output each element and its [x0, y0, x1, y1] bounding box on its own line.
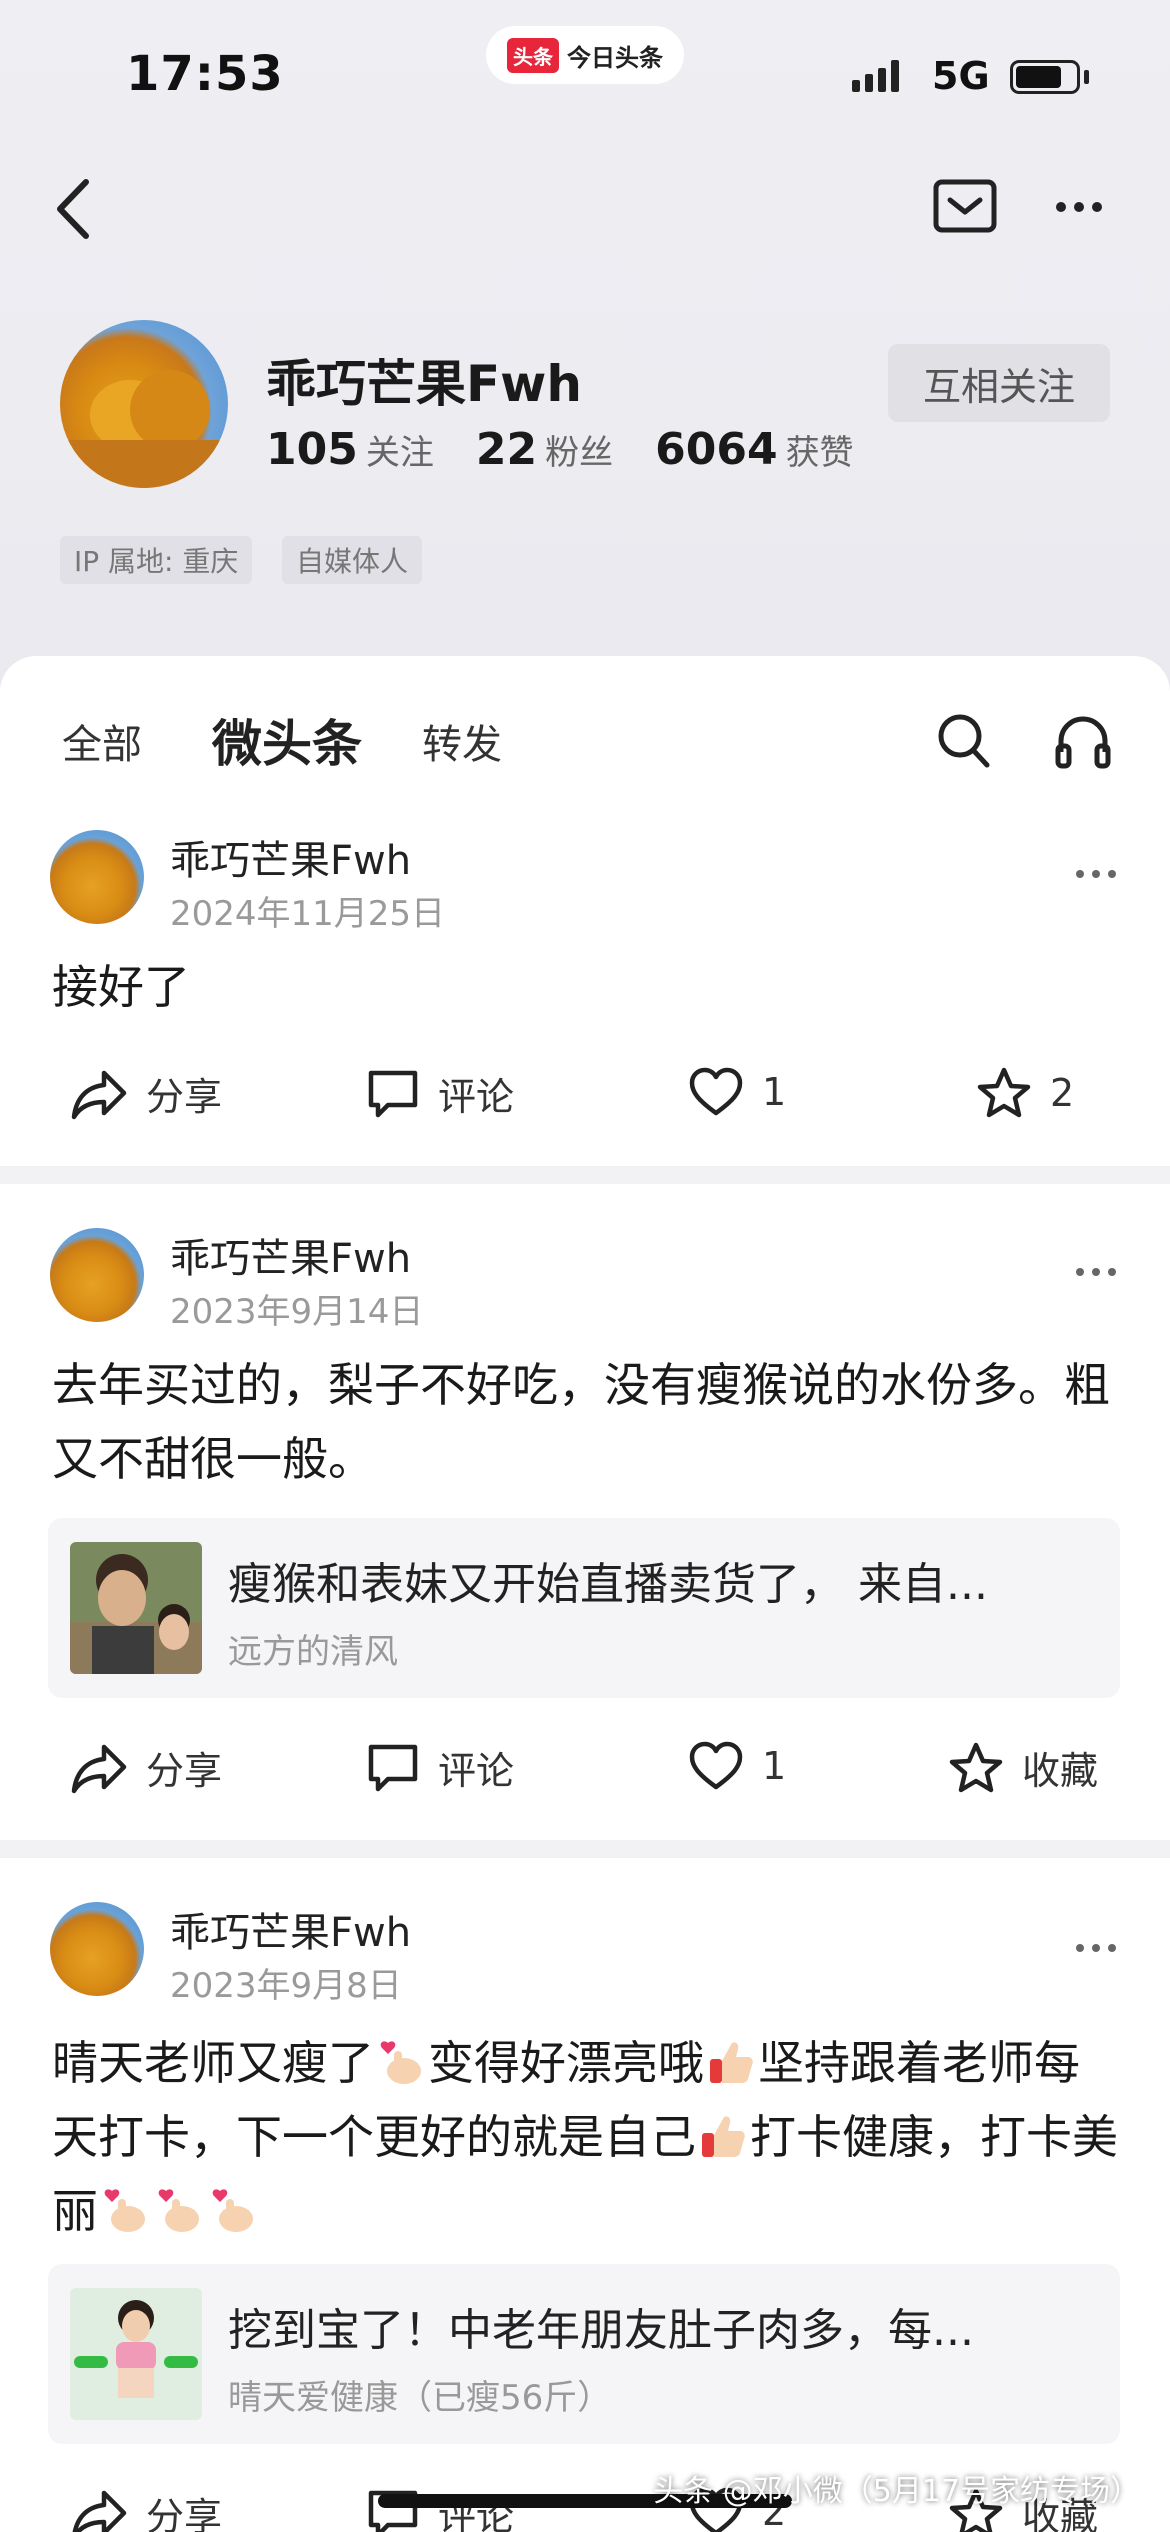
comment-label: 评论 — [438, 2495, 515, 2532]
share-label: 分享 — [146, 2495, 223, 2532]
finger-heart-icon — [158, 2189, 199, 2232]
post-text[interactable]: 去年买过的，梨子不好吃，没有瘦猴说的水份多。粗又不甜很一般。 — [52, 1348, 1118, 1496]
tab-micro-posts[interactable]: 微头条 — [212, 704, 362, 776]
post-text-part: 变得好漂亮哦 — [428, 2036, 704, 2090]
tab-bar: 全部 微头条 转发 — [0, 700, 1170, 800]
comment-button[interactable]: 评论 — [366, 1066, 514, 1121]
post-avatar[interactable] — [50, 1902, 144, 1996]
share-label: 分享 — [146, 1749, 223, 1793]
post-more-icon[interactable] — [1076, 870, 1116, 878]
back-arrow-icon[interactable] — [48, 174, 98, 244]
thumbs-up-icon — [702, 2116, 745, 2157]
followers-count[interactable]: 22 — [476, 424, 537, 475]
app-name: 今日头条 — [567, 43, 663, 72]
app-badge: 头条 — [507, 37, 559, 73]
comment-label: 评论 — [438, 1749, 515, 1793]
share-button[interactable]: 分享 — [70, 1740, 222, 1795]
finger-heart-icon — [104, 2189, 145, 2232]
post-text-part: 晴天老师又瘦了 — [52, 2036, 374, 2090]
favorite-button[interactable]: 2 — [976, 1066, 1074, 1120]
favorite-count: 2 — [1050, 1071, 1075, 1115]
battery-icon — [1010, 60, 1080, 94]
like-button[interactable]: 1 — [688, 1066, 786, 1118]
share-icon — [71, 1070, 127, 1119]
mail-icon[interactable] — [932, 178, 998, 234]
comment-icon — [368, 1744, 418, 1791]
comment-icon — [368, 1070, 418, 1117]
favorite-button[interactable]: 收藏 — [948, 1740, 1098, 1795]
post-more-icon[interactable] — [1076, 1944, 1116, 1952]
tab-reposts[interactable]: 转发 — [422, 712, 502, 770]
post-date: 2023年9月14日 — [170, 1292, 424, 1332]
comment-label: 评论 — [438, 1075, 515, 1119]
post-date: 2023年9月8日 — [170, 1966, 402, 2006]
shared-title: 挖到宝了！中老年朋友肚子肉多，每... — [228, 2305, 974, 2356]
like-count: 1 — [762, 1744, 787, 1788]
following-count[interactable]: 105 — [266, 424, 358, 475]
share-icon — [71, 1744, 127, 1793]
profile-name: 乖巧芒果Fwh — [266, 355, 582, 413]
share-button[interactable]: 分享 — [70, 1066, 222, 1121]
post-separator — [0, 1166, 1170, 1184]
like-count: 1 — [762, 1070, 787, 1114]
following-label[interactable]: 关注 — [366, 425, 434, 474]
battery-tip — [1084, 70, 1089, 84]
headphones-icon[interactable] — [1054, 712, 1112, 776]
finger-heart-icon — [380, 2041, 421, 2084]
signal-icon — [852, 56, 899, 92]
share-button[interactable]: 分享 — [70, 2486, 222, 2532]
post-text[interactable]: 接好了 — [52, 950, 1118, 1024]
post-author[interactable]: 乖巧芒果Fwh — [170, 1226, 411, 1284]
heart-icon — [689, 1067, 743, 1116]
favorite-label: 收藏 — [1022, 1749, 1099, 1793]
comment-button[interactable]: 评论 — [366, 2486, 514, 2532]
post-author[interactable]: 乖巧芒果Fwh — [170, 828, 411, 886]
more-icon[interactable] — [1056, 202, 1102, 212]
finger-heart-icon — [212, 2189, 253, 2232]
star-icon — [977, 1067, 1031, 1118]
shared-thumbnail — [70, 2288, 202, 2420]
post-avatar[interactable] — [50, 1228, 144, 1322]
watermark: 头条 @邓小微（5月17号家纺专场） — [653, 2474, 1140, 2509]
tab-all[interactable]: 全部 — [62, 712, 142, 770]
post-date: 2024年11月25日 — [170, 894, 446, 934]
like-button[interactable]: 1 — [688, 1740, 786, 1792]
star-icon — [949, 1742, 1003, 1792]
status-time: 17:53 — [126, 46, 284, 102]
share-label: 分享 — [146, 1075, 223, 1119]
shared-title: 瘦猴和表妹又开始直播卖货了， 来自... — [228, 1559, 988, 1610]
comment-button[interactable]: 评论 — [366, 1740, 514, 1795]
media-tag: 自媒体人 — [282, 536, 423, 584]
app-pill: 头条 今日头条 — [486, 26, 684, 84]
post-more-icon[interactable] — [1076, 1268, 1116, 1276]
likes-label: 获赞 — [785, 433, 854, 473]
profile-stats: 105 关注 22 粉丝 6064 获赞 — [266, 424, 896, 475]
mutual-follow-button[interactable]: 互相关注 — [888, 344, 1110, 422]
share-icon — [72, 2490, 127, 2532]
heart-icon — [689, 1741, 743, 1790]
network-label: 5G — [932, 54, 990, 98]
post-author[interactable]: 乖巧芒果Fwh — [170, 1900, 411, 1958]
shared-source: 晴天爱健康（已瘦56斤） — [228, 2378, 612, 2418]
shared-article-card[interactable]: 挖到宝了！中老年朋友肚子肉多，每... 晴天爱健康（已瘦56斤） — [48, 2264, 1120, 2444]
shared-article-card[interactable]: 瘦猴和表妹又开始直播卖货了， 来自... 远方的清风 — [48, 1518, 1120, 1698]
search-icon[interactable] — [936, 712, 992, 776]
post-separator — [0, 1840, 1170, 1858]
post-text[interactable]: 晴天老师又瘦了 变得好漂亮哦 坚持跟着老师每天打卡，下一个更好的就是自己 打卡健康，打… — [52, 2026, 1118, 2248]
avatar[interactable] — [60, 320, 228, 488]
shared-thumbnail — [70, 1542, 202, 1674]
shared-source: 远方的清风 — [228, 1632, 398, 1672]
post-avatar[interactable] — [50, 830, 144, 924]
followers-label[interactable]: 粉丝 — [545, 425, 613, 474]
likes-count: 6064 — [655, 424, 778, 475]
ip-location-tag: IP 属地: 重庆 — [60, 536, 253, 584]
thumbs-up-icon — [710, 2042, 753, 2083]
